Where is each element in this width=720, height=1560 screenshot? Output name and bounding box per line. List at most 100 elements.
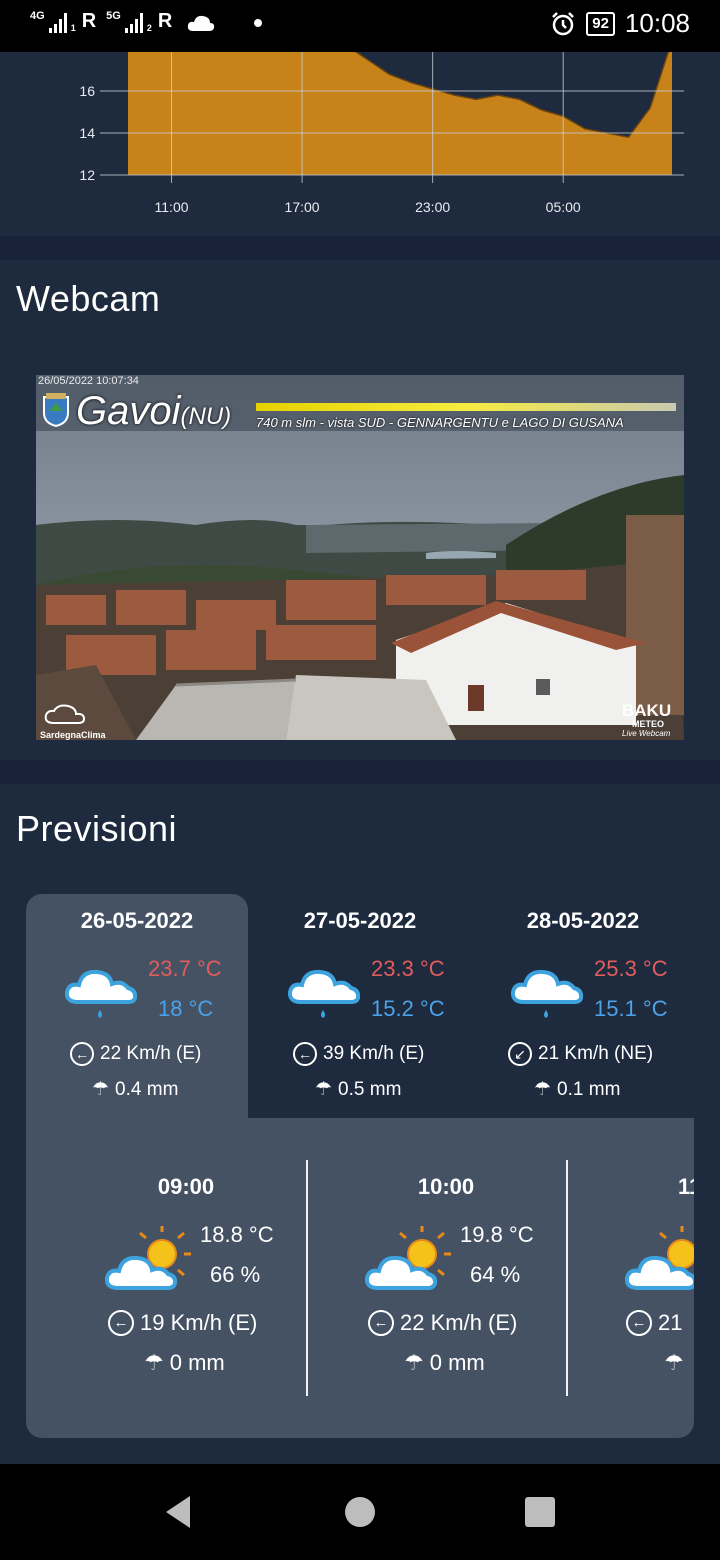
webcam-town-province: (NU) bbox=[180, 403, 232, 430]
webcam-section-title: Webcam bbox=[16, 278, 161, 319]
temperature-chart: 12 14 16 11:00 17:00 23:00 05:00 bbox=[0, 52, 720, 232]
day-rain-value: 0.4 mm bbox=[115, 1078, 179, 1100]
hour-time: 09:00 bbox=[157, 1174, 215, 1199]
hour-wind: ← 21 bbox=[626, 1310, 682, 1336]
umbrella-icon: ☂ bbox=[144, 1350, 164, 1375]
day-rain: ☂ 0.1 mm bbox=[534, 1078, 620, 1101]
navigation-bar bbox=[0, 1464, 720, 1560]
day-temp-max: 23.7 °C bbox=[148, 956, 222, 981]
sim2-network-label: 5G bbox=[106, 10, 121, 22]
hour-rain: ☂ bbox=[664, 1350, 684, 1376]
sim2-slot-label: 2 bbox=[146, 23, 152, 33]
hour-temp: 18.8 °C bbox=[200, 1222, 274, 1247]
home-button[interactable] bbox=[340, 1492, 380, 1532]
umbrella-icon: ☂ bbox=[315, 1079, 333, 1100]
day-wind: ↙ 21 Km/h (NE) bbox=[508, 1042, 653, 1066]
wind-direction-icon: ↙ bbox=[508, 1042, 532, 1066]
bakumeteo-logo: BAKU METEO Live Webcam bbox=[622, 701, 682, 739]
partly-sunny-icon bbox=[104, 1226, 191, 1290]
cloud-icon bbox=[188, 15, 215, 31]
logo-right-line3: Live Webcam bbox=[622, 729, 671, 738]
day-temp-max: 23.3 °C bbox=[371, 956, 445, 981]
day-temp-min: 18 °C bbox=[158, 996, 214, 1021]
day-wind-value: 22 Km/h (E) bbox=[100, 1043, 202, 1064]
partly-sunny-icon bbox=[624, 1226, 694, 1290]
day-date: 27-05-2022 bbox=[303, 908, 417, 933]
signal-strength-icon bbox=[48, 11, 67, 33]
x-tick-label: 17:00 bbox=[285, 199, 320, 215]
umbrella-icon: ☂ bbox=[534, 1079, 552, 1100]
umbrella-icon: ☂ bbox=[92, 1079, 110, 1100]
hour-time: 11 bbox=[678, 1174, 694, 1199]
logo-right-line2: METEO bbox=[632, 719, 665, 729]
hour-temp: 19.8 °C bbox=[460, 1222, 534, 1247]
hour-column: 09:00 18.8 °C 66 % ← 19 Km/h (E) ☂ 0 mm bbox=[56, 1160, 316, 1396]
logo-left-text: SardegnaClima bbox=[40, 730, 106, 740]
cloud-rain-icon bbox=[64, 969, 138, 1018]
hour-wind: ← 19 Km/h (E) bbox=[108, 1310, 257, 1336]
day-card-3[interactable]: 28-05-2022 25.3 °C 15.1 °C ↙ 21 Km/h (NE)… bbox=[472, 894, 694, 1118]
webcam-overlay-subtitle: 740 m slm - vista SUD - GENNARGENTU e LA… bbox=[256, 415, 624, 430]
webcam-overlay-bar bbox=[256, 403, 676, 411]
day-wind: ← 22 Km/h (E) bbox=[70, 1042, 201, 1066]
day-rain: ☂ 0.5 mm bbox=[315, 1078, 401, 1101]
hour-wind-value: 22 Km/h (E) bbox=[400, 1310, 518, 1335]
y-tick-label: 12 bbox=[79, 167, 95, 183]
day-rain-value: 0.1 mm bbox=[557, 1078, 621, 1100]
hour-time: 10:00 bbox=[417, 1174, 475, 1199]
x-tick-label: 23:00 bbox=[415, 199, 450, 215]
day-temp-min: 15.1 °C bbox=[594, 996, 668, 1021]
day-temp-min: 15.2 °C bbox=[371, 996, 445, 1021]
hour-humidity: 66 % bbox=[210, 1262, 261, 1287]
umbrella-icon: ☂ bbox=[404, 1350, 424, 1375]
roaming-indicator: R bbox=[81, 10, 97, 32]
recents-button[interactable] bbox=[520, 1492, 560, 1532]
sim1-slot-label: 1 bbox=[70, 23, 76, 33]
hour-separator bbox=[306, 1160, 308, 1396]
logo-cloud-icon bbox=[44, 704, 86, 724]
alarm-icon bbox=[552, 11, 575, 35]
day-card-2[interactable]: 27-05-2022 23.3 °C 15.2 °C ← 39 Km/h (E) … bbox=[249, 894, 471, 1118]
day-temp-max: 25.3 °C bbox=[594, 956, 668, 981]
day-wind-value: 21 Km/h (NE) bbox=[538, 1043, 654, 1064]
hour-column-partial: 11 ←21 ☂ bbox=[568, 1160, 694, 1396]
sim1-network-label: 4G bbox=[30, 10, 45, 22]
wind-direction-icon: ← bbox=[626, 1310, 652, 1336]
town-crest-icon bbox=[43, 393, 69, 427]
day-rain-value: 0.5 mm bbox=[338, 1078, 402, 1100]
partly-sunny-icon bbox=[364, 1226, 451, 1290]
section-divider bbox=[0, 760, 720, 784]
hour-rain-value: 0 mm bbox=[429, 1350, 485, 1375]
day-wind: ← 39 Km/h (E) bbox=[293, 1042, 424, 1066]
cloud-rain-icon bbox=[287, 969, 361, 1018]
wind-direction-icon: ← bbox=[70, 1042, 94, 1066]
back-button[interactable] bbox=[158, 1492, 198, 1532]
hour-humidity: 64 % bbox=[470, 1262, 521, 1287]
status-bar: 4G 1 R 5G 2 R 92 10:08 bbox=[0, 0, 720, 52]
hour-rain-value: 0 mm bbox=[169, 1350, 225, 1375]
hour-wind-value: 19 Km/h (E) bbox=[140, 1310, 258, 1335]
hour-rain: ☂ 0 mm bbox=[404, 1350, 485, 1376]
webcam-overlay-town: Gavoi(NU) bbox=[76, 389, 231, 434]
webcam-image[interactable]: 26/05/2022 10:07:34 Gavoi(NU) 740 m slm … bbox=[36, 375, 684, 740]
umbrella-icon: ☂ bbox=[664, 1350, 684, 1375]
webcam-timestamp: 26/05/2022 10:07:34 bbox=[38, 375, 139, 387]
hour-wind: ← 22 Km/h (E) bbox=[368, 1310, 517, 1336]
hour-column: 10:00 19.8 °C 64 % ← 22 Km/h (E) ☂ 0 mm bbox=[316, 1160, 576, 1396]
y-tick-label: 16 bbox=[79, 83, 95, 99]
day-date: 26-05-2022 bbox=[80, 908, 194, 933]
logo-right-line1: BAKU bbox=[622, 701, 672, 720]
hour-rain: ☂ 0 mm bbox=[144, 1350, 225, 1376]
day-card-1[interactable]: 26-05-2022 23.7 °C 18 °C ← 22 Km/h (E) ☂ 0… bbox=[26, 894, 248, 1118]
day-wind-value: 39 Km/h (E) bbox=[323, 1043, 425, 1064]
wind-direction-icon: ← bbox=[108, 1310, 134, 1336]
signal-strength-icon bbox=[124, 11, 143, 33]
cloud-rain-icon bbox=[510, 969, 584, 1018]
roaming-indicator: R bbox=[157, 10, 173, 32]
day-date: 28-05-2022 bbox=[526, 908, 640, 933]
x-tick-label: 11:00 bbox=[155, 199, 189, 215]
status-clock: 10:08 bbox=[624, 8, 690, 38]
battery-indicator: 92 bbox=[586, 11, 615, 36]
notification-dot-icon bbox=[254, 19, 263, 27]
webcam-town-name: Gavoi bbox=[76, 389, 181, 433]
